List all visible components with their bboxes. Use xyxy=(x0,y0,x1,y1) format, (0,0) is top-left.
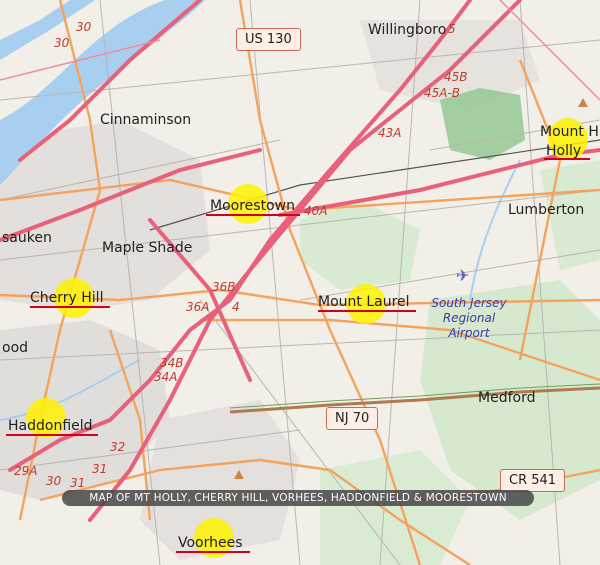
airport-label: South Jersey Regional Airport xyxy=(424,296,514,341)
airport-label-line2: Regional xyxy=(442,311,496,325)
place-label-voorhees: Voorhees xyxy=(178,535,243,551)
place-label-mount-laurel: Mount Laurel xyxy=(318,294,410,310)
exit-label-29a: 29A xyxy=(14,464,38,478)
place-label-maple-shade: Maple Shade xyxy=(102,240,193,256)
underline-mount-laurel xyxy=(318,310,416,312)
place-label-mount-holly-line1: Mount H xyxy=(540,124,599,140)
map-caption: MAP OF MT HOLLY, CHERRY HILL, VORHEES, H… xyxy=(62,490,534,506)
place-label-haddonfield: Haddonfield xyxy=(8,418,93,434)
underline-moorestown xyxy=(206,214,300,216)
place-label-pennsauken: sauken xyxy=(2,230,52,246)
exit-label-45a-b: 45A-B xyxy=(424,86,461,100)
exit-label-31-lower: 31 xyxy=(70,476,86,490)
exit-label-4: 4 xyxy=(232,300,240,314)
airport-label-line1: South Jersey xyxy=(431,296,507,310)
map-canvas[interactable]: Willingboro Cinnaminson Moorestown sauke… xyxy=(0,0,600,565)
exit-label-5: 5 xyxy=(448,22,456,36)
exit-label-31: 31 xyxy=(92,462,108,476)
place-label-moorestown: Moorestown xyxy=(210,198,295,214)
place-label-collingswood: ood xyxy=(2,340,29,356)
underline-mount-holly xyxy=(544,158,590,160)
airport-icon: ✈ xyxy=(456,266,470,285)
route-shield-nj70: NJ 70 xyxy=(326,407,379,430)
exit-label-30-top: 30 xyxy=(54,36,70,50)
underline-cherry-hill xyxy=(30,306,110,308)
exit-label-32: 32 xyxy=(110,440,126,454)
exit-label-45b: 45B xyxy=(444,70,468,84)
exit-label-30-topmost: 30 xyxy=(76,20,92,34)
place-label-medford: Medford xyxy=(478,390,536,406)
route-shield-cr541: CR 541 xyxy=(500,469,566,492)
exit-label-36b: 36B xyxy=(212,280,236,294)
peak-icon xyxy=(578,98,588,107)
exit-label-34a: 34A xyxy=(154,370,178,384)
exit-label-40a: 40A xyxy=(304,204,328,218)
place-label-willingboro: Willingboro xyxy=(368,22,447,38)
route-shield-us130: US 130 xyxy=(236,28,301,51)
exit-label-43a: 43A xyxy=(378,126,402,140)
exit-label-34b: 34B xyxy=(160,356,184,370)
place-label-lumberton: Lumberton xyxy=(508,202,585,218)
exit-label-30: 30 xyxy=(46,474,62,488)
place-label-cinnaminson: Cinnaminson xyxy=(100,112,192,128)
place-label-mount-holly-line2: Holly xyxy=(546,143,582,159)
underline-haddonfield xyxy=(6,434,98,436)
place-label-cherry-hill: Cherry Hill xyxy=(30,290,104,306)
airport-label-line3: Airport xyxy=(448,326,490,340)
underline-voorhees xyxy=(176,551,250,553)
exit-label-36a: 36A xyxy=(186,300,210,314)
peak-icon xyxy=(234,470,244,479)
